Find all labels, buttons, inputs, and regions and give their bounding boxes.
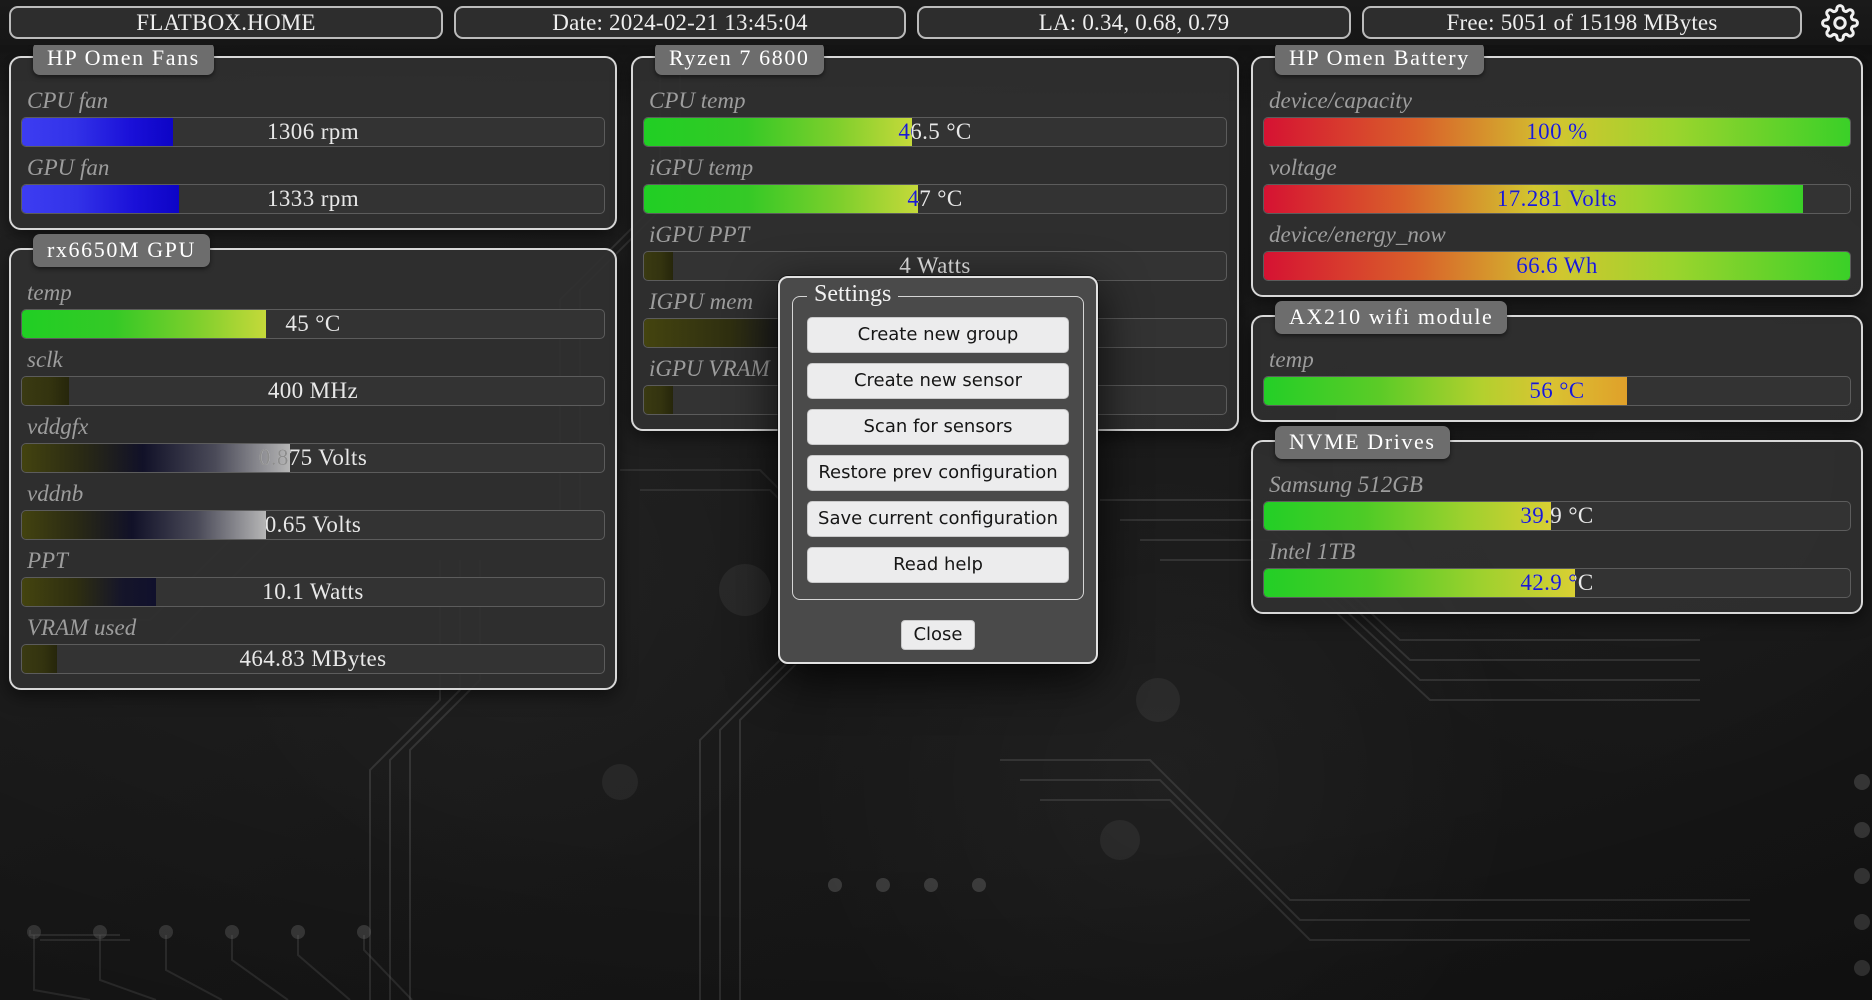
- sensor-value-text: 400 MHz: [267, 378, 359, 403]
- sensor-gauge[interactable]: 17.281 Volts 17.281 Volts: [1263, 184, 1851, 214]
- sensor-gauge[interactable]: 66.6 Wh 66.6 Wh: [1263, 251, 1851, 281]
- sensor-gauge[interactable]: 42.9 °C42.9 °C: [1263, 568, 1851, 598]
- sensor-gauge[interactable]: 45 °C45 °C: [21, 309, 605, 339]
- sensor-label: vddnb: [27, 481, 84, 506]
- sensor-value-text: 0.875 Volts: [258, 445, 368, 470]
- sensor-label: device/energy_now: [1269, 222, 1446, 247]
- sensor-label: temp: [1269, 347, 1314, 372]
- sensor-label: iGPU temp: [649, 155, 754, 180]
- sensor-gauge[interactable]: 10.1 Watts10.1 Watts: [21, 577, 605, 607]
- dialog-button-save-current-configuration[interactable]: Save current configuration: [807, 501, 1069, 537]
- sensor-label: Intel 1TB: [1269, 539, 1356, 564]
- gear-icon: [1821, 3, 1859, 42]
- sensor-gauge[interactable]: 400 MHz400 MHz: [21, 376, 605, 406]
- sensor-row[interactable]: voltage 17.281 Volts 17.281 Volts: [1263, 153, 1851, 214]
- sensor-row[interactable]: PPT 10.1 Watts10.1 Watts: [21, 546, 605, 607]
- sensor-label: Samsung 512GB: [1269, 472, 1423, 497]
- sensor-group-title[interactable]: AX210 wifi module: [1275, 301, 1508, 334]
- sensor-row[interactable]: temp 56 °C 56 °C: [1263, 345, 1851, 406]
- sensor-group-rx6650m-gpu[interactable]: rx6650M GPU temp 45 °C45 °C sclk 400 MHz400 …: [9, 234, 617, 690]
- sensor-row[interactable]: CPU fan 1306 rpm1306 rpm: [21, 86, 605, 147]
- sensor-label: temp: [27, 280, 72, 305]
- sensor-row[interactable]: vddgfx 0.875 Volts0.875 Volts: [21, 412, 605, 473]
- sensor-group-title[interactable]: Ryzen 7 6800: [655, 42, 824, 75]
- sensor-label: voltage: [1269, 155, 1337, 180]
- sensor-row[interactable]: iGPU temp 47 °C47 °C: [643, 153, 1227, 214]
- sensor-gauge[interactable]: 47 °C47 °C: [643, 184, 1227, 214]
- sensor-value-text: 46.5 °C: [898, 119, 972, 144]
- settings-dialog-legend: Settings: [807, 280, 899, 308]
- settings-action-list: Create new group Create new sensor Scan fo…: [807, 317, 1069, 583]
- sensor-row[interactable]: temp 45 °C45 °C: [21, 278, 605, 339]
- status-header-bar: FLATBOX.HOME Date: 2024-02-21 13:45:04 L…: [0, 0, 1872, 45]
- sensor-group-title[interactable]: rx6650M GPU: [33, 234, 210, 267]
- sensor-label: vddgfx: [27, 414, 89, 439]
- sensor-gauge[interactable]: 464.83 MBytes464.83 MBytes: [21, 644, 605, 674]
- sensor-value-text: 47 °C: [907, 186, 963, 211]
- settings-gear-button[interactable]: [1818, 1, 1862, 45]
- settings-dialog-body: Settings Create new group Create new sens…: [792, 280, 1084, 600]
- sensor-value-text: 39.9 °C: [1520, 503, 1594, 528]
- sensor-label: device/capacity: [1269, 88, 1413, 113]
- sensor-row[interactable]: Intel 1TB 42.9 °C42.9 °C: [1263, 537, 1851, 598]
- hostname-field: FLATBOX.HOME: [9, 6, 443, 39]
- dialog-button-scan-for-sensors[interactable]: Scan for sensors: [807, 409, 1069, 445]
- sensor-row[interactable]: VRAM used 464.83 MBytes464.83 MBytes: [21, 613, 605, 674]
- sensor-gauge[interactable]: 56 °C 56 °C: [1263, 376, 1851, 406]
- sensor-gauge-fill: [644, 386, 674, 414]
- sensor-value-text: 1306 rpm: [267, 119, 359, 144]
- sensor-row[interactable]: device/capacity 100 % 100 %: [1263, 86, 1851, 147]
- sensor-group-title[interactable]: HP Omen Fans: [33, 42, 214, 75]
- sensor-label: CPU temp: [649, 88, 746, 113]
- sensor-row[interactable]: CPU temp 46.5 °C46.5 °C: [643, 86, 1227, 147]
- sensor-row[interactable]: iGPU PPT4 Watts4 Watts: [643, 220, 1227, 281]
- sensor-gauge[interactable]: 0.875 Volts0.875 Volts: [21, 443, 605, 473]
- sensor-value-text: 17.281 Volts: [1496, 186, 1618, 211]
- sensor-row[interactable]: vddnb 0.65 Volts0.65 Volts: [21, 479, 605, 540]
- sensor-label: PPT: [27, 548, 68, 573]
- sensor-gauge[interactable]: 39.9 °C39.9 °C: [1263, 501, 1851, 531]
- sensor-gauge[interactable]: 0.65 Volts0.65 Volts: [21, 510, 605, 540]
- sensor-group-ax210-wifi-module[interactable]: AX210 wifi module temp 56 °C 56 °C: [1251, 301, 1863, 422]
- sensor-group-hp-omen-battery[interactable]: HP Omen Battery device/capacity 100 % 100 %…: [1251, 42, 1863, 297]
- sensor-row[interactable]: Samsung 512GB 39.9 °C39.9 °C: [1263, 470, 1851, 531]
- sensor-gauge[interactable]: 100 % 100 %: [1263, 117, 1851, 147]
- sensor-group-title[interactable]: NVME Drives: [1275, 426, 1450, 459]
- sensor-label: VRAM used: [27, 615, 137, 640]
- sensor-label: GPU fan: [27, 155, 110, 180]
- settings-dialog: Settings Create new group Create new sens…: [778, 276, 1098, 664]
- sensor-gauge[interactable]: 1333 rpm1333 rpm: [21, 184, 605, 214]
- sensor-value-text: 100 %: [1526, 119, 1588, 144]
- sensor-value-text: 45 °C: [285, 311, 341, 336]
- sensor-gauge[interactable]: 46.5 °C46.5 °C: [643, 117, 1227, 147]
- sensor-row[interactable]: sclk 400 MHz400 MHz: [21, 345, 605, 406]
- dialog-button-restore-prev-configuration[interactable]: Restore prev configuration: [807, 455, 1069, 491]
- sensor-value-text: 10.1 Watts: [262, 579, 364, 604]
- sensor-value-text: 42.9 °C: [1520, 570, 1594, 595]
- free-memory-field: Free: 5051 of 15198 MBytes: [1362, 6, 1802, 39]
- dialog-button-create-new-sensor[interactable]: Create new sensor: [807, 363, 1069, 399]
- sensor-row[interactable]: GPU fan 1333 rpm1333 rpm: [21, 153, 605, 214]
- sensor-group-hp-omen-fans[interactable]: HP Omen Fans CPU fan 1306 rpm1306 rpm GPU f…: [9, 42, 617, 230]
- dialog-button-create-new-group[interactable]: Create new group: [807, 317, 1069, 353]
- sensor-label: CPU fan: [27, 88, 109, 113]
- sensor-group-title[interactable]: HP Omen Battery: [1275, 42, 1484, 75]
- datetime-field: Date: 2024-02-21 13:45:04: [454, 6, 906, 39]
- right-panel-column: HP Omen Battery device/capacity 100 % 100 %…: [1251, 42, 1863, 632]
- settings-dialog-footer: Close: [780, 610, 1096, 650]
- sensor-value-text: 464.83 MBytes: [239, 646, 387, 671]
- dialog-button-read-help[interactable]: Read help: [807, 547, 1069, 583]
- sensor-value-text: 56 °C: [1529, 378, 1585, 403]
- load-average-field: LA: 0.34, 0.68, 0.79: [917, 6, 1351, 39]
- sensor-value-text: 0.65 Volts: [264, 512, 362, 537]
- sensor-label: iGPU PPT: [649, 222, 750, 247]
- sensor-gauge[interactable]: 1306 rpm1306 rpm: [21, 117, 605, 147]
- sensor-value-text: 1333 rpm: [267, 186, 359, 211]
- sensor-group-nvme-drives[interactable]: NVME Drives Samsung 512GB 39.9 °C39.9 °C In…: [1251, 426, 1863, 614]
- close-button[interactable]: Close: [901, 620, 975, 650]
- sensor-value-text: 66.6 Wh: [1516, 253, 1598, 278]
- left-panel-column: HP Omen Fans CPU fan 1306 rpm1306 rpm GPU f…: [9, 42, 617, 708]
- sensor-label: sclk: [27, 347, 63, 372]
- sensor-row[interactable]: device/energy_now 66.6 Wh 66.6 Wh: [1263, 220, 1851, 281]
